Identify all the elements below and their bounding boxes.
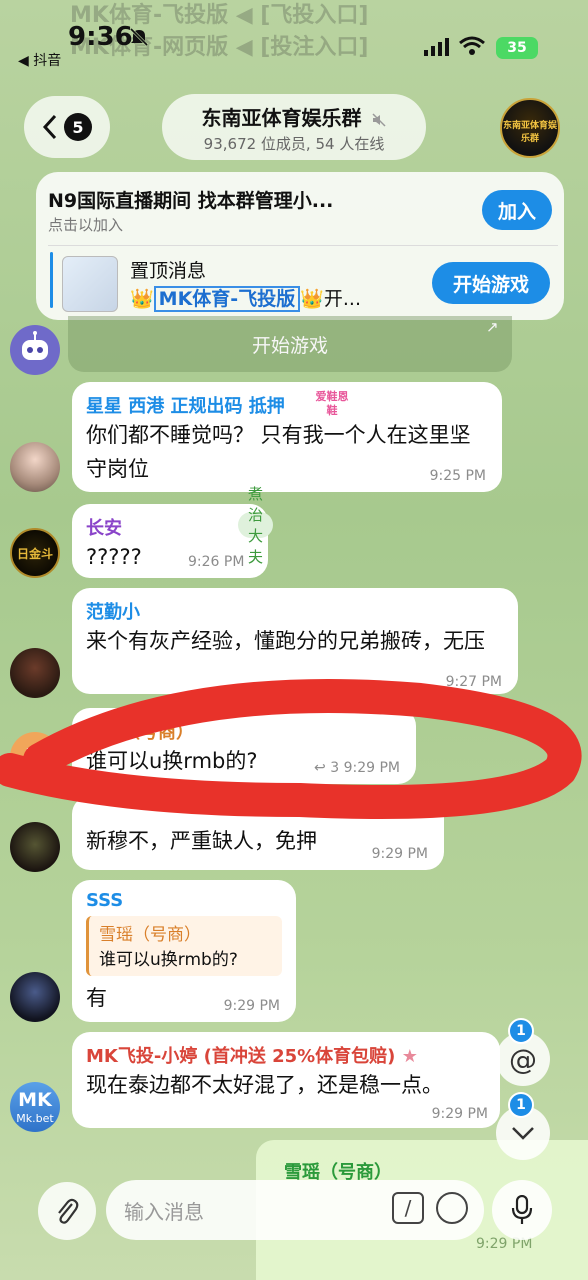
bell-off-icon (129, 27, 149, 47)
command-icon[interactable]: / (392, 1192, 424, 1224)
battery-icon: 35 (496, 37, 538, 59)
unread-badge: 1 (508, 1092, 534, 1118)
avatar[interactable]: 日金斗 (10, 528, 60, 578)
chevron-left-icon (42, 114, 57, 140)
message-time: 9:29 PM (431, 1106, 488, 1122)
message-time: 9:26 PM (188, 554, 245, 570)
paperclip-icon (58, 1198, 79, 1224)
group-avatar-text: 东南亚体育娱乐群 (502, 121, 557, 144)
bot-avatar[interactable] (10, 325, 60, 375)
game-bar-button[interactable]: 开始游戏 (68, 316, 512, 372)
microphone-icon (511, 1195, 533, 1224)
promo-subtitle: 点击以加入 (48, 216, 124, 234)
star-icon: ★ (401, 1046, 418, 1067)
reply-count[interactable]: 3 (330, 760, 339, 776)
mention-badge: 1 (508, 1018, 534, 1044)
avatar-subtext: Mk.bet (16, 1111, 54, 1125)
sender-name[interactable]: SSS (86, 890, 282, 911)
quote-name: 雪瑶（号商） (99, 925, 201, 945)
pinned-text[interactable]: 👑 MK体育-飞投版 👑开... (130, 284, 361, 312)
pinned-indicator (50, 252, 53, 308)
group-avatar[interactable]: 东南亚体育娱乐群 (500, 98, 560, 158)
pinned-thumbnail (62, 256, 118, 312)
divider (48, 245, 558, 246)
status-time: 9:36 (68, 22, 133, 52)
avatar[interactable]: MK Mk.bet (10, 1082, 60, 1132)
message-bubble[interactable]: 范勤小 来个有灰产经验，懂跑分的兄弟搬砖，无压 9:27 PM (72, 588, 518, 694)
message-time: 9:25 PM (429, 468, 486, 484)
avatar[interactable] (10, 648, 60, 698)
message-text: 现在泰边都不太好混了，还是稳一点。 (86, 1073, 443, 1097)
avatar[interactable] (10, 822, 60, 872)
chat-subtitle: 93,672 位成员, 54 人在线 (203, 135, 385, 153)
promo-title[interactable]: N9国际直播期间 找本群管理小... (48, 186, 333, 213)
pinned-highlight: MK体育-飞投版 (153, 286, 301, 312)
avatar[interactable]: 雪 (10, 732, 60, 782)
quote-text: 谁可以u换rmb的? (99, 950, 238, 970)
avatar-text: MK (18, 1088, 52, 1111)
join-button[interactable]: 加入 (482, 190, 552, 230)
sender-name-text: MK飞投-小婷 (首冲送 25%体育包赔) (86, 1046, 396, 1067)
sender-name[interactable]: 星星 西港 正规出码 抵押 (86, 392, 488, 418)
mic-button[interactable] (492, 1180, 552, 1240)
message-meta: ↩ 3 9:29 PM (314, 760, 400, 776)
signal-icon (424, 38, 449, 56)
avatar-text: 日金斗 (16, 546, 53, 561)
message-time: 9:29 PM (343, 760, 400, 776)
message-time: 9:29 PM (223, 998, 280, 1014)
chat-title: 东南亚体育娱乐群 (201, 106, 362, 130)
reply-icon: ↩ (314, 760, 326, 776)
message-bubble[interactable]: 雪瑶（号商） 谁可以u换rmb的? ↩ 3 9:29 PM (72, 708, 416, 784)
message-bubble[interactable]: MK飞投-小婷 (首冲送 25%体育包赔) ★ 现在泰边都不太好混了，还是稳一点… (72, 1032, 500, 1128)
avatar[interactable] (10, 972, 60, 1022)
external-link-icon: ↗ (486, 318, 499, 336)
mute-icon (372, 112, 387, 127)
message-text: 你们都不睡觉吗？ 只有我一个人在这里坚守岗位 (86, 423, 471, 481)
pinned-suffix: 👑开... (300, 288, 361, 310)
pinned-label[interactable]: 置顶消息 (130, 256, 206, 283)
chevron-down-icon (512, 1127, 534, 1140)
avatar-initial: 雪 (23, 747, 46, 772)
message-bubble[interactable]: SSS 雪瑶（号商） 谁可以u换rmb的? 有 9:29 PM (72, 880, 296, 1022)
wifi-icon (459, 36, 485, 55)
sender-name[interactable]: 长安 (86, 514, 254, 540)
message-text: 来个有灰产经验，懂跑分的兄弟搬砖，无压 (86, 629, 485, 653)
message-time: 9:27 PM (445, 674, 502, 690)
sender-name[interactable]: 雪瑶（号商） (86, 718, 402, 744)
sender-name[interactable]: 范勤小 (86, 598, 504, 624)
crown-icon: 👑 (130, 288, 154, 310)
unread-count-badge: 5 (64, 113, 92, 141)
avatar[interactable] (10, 442, 60, 492)
back-to-app-link[interactable]: ◀ 抖音 (18, 50, 61, 70)
message-bubble[interactable]: 星星 西港 正规出码 抵押 爱鞋恩鞋 你们都不睡觉吗？ 只有我一个人在这里坚守岗… (72, 382, 502, 492)
rank-badge: 煮治大夫 (238, 485, 274, 566)
sender-name[interactable]: MK飞投-小婷 (首冲送 25%体育包赔) ★ (86, 1042, 486, 1068)
message-time: 9:29 PM (371, 846, 428, 862)
sender-tag: 爱鞋恩鞋 (315, 390, 349, 417)
start-game-button[interactable]: 开始游戏 (432, 262, 550, 304)
chat-title-pill[interactable]: 东南亚体育娱乐群 93,672 位成员, 54 人在线 (162, 94, 426, 160)
message-bubble[interactable]: 长安 煮治大夫 ????? 9:26 PM (72, 485, 274, 578)
back-button[interactable]: 5 (24, 96, 110, 158)
reply-quote[interactable]: 雪瑶（号商） 谁可以u换rmb的? (86, 916, 282, 976)
sticker-icon[interactable] (436, 1192, 468, 1224)
robot-icon (22, 331, 48, 360)
message-input[interactable]: 输入消息 (106, 1180, 484, 1240)
attach-button[interactable] (38, 1182, 96, 1240)
at-icon: @ (509, 1042, 537, 1076)
message-bubble[interactable]: 新穆不，严重缺人，免押 9:29 PM (72, 796, 444, 870)
